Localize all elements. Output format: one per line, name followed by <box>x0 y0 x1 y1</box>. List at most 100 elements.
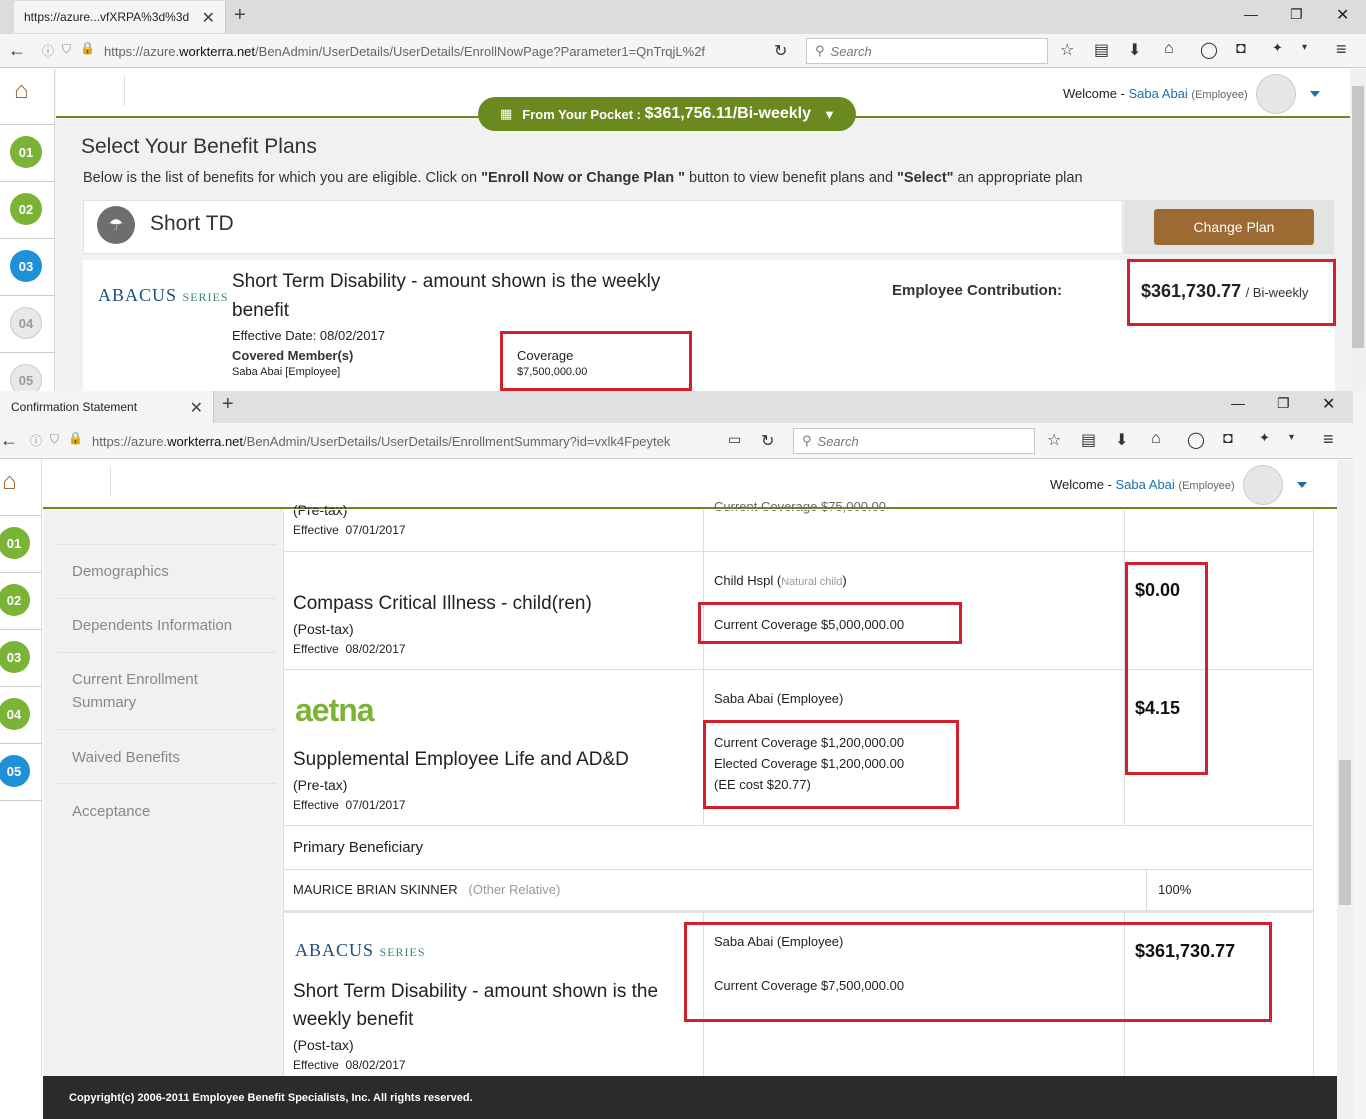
beneficiary-name: MAURICE BRIAN SKINNER (Other Relative) <box>293 882 561 897</box>
url-domain: workterra.net <box>167 433 244 449</box>
step-01[interactable]: 01 <box>0 527 30 559</box>
avatar[interactable] <box>1256 74 1296 114</box>
page1-step-sidebar: ⌂ 01 02 03 04 05 <box>0 69 55 396</box>
download-icon[interactable]: ⬇ <box>1115 430 1128 450</box>
bookmark-star-icon[interactable]: ☆ <box>1060 40 1074 60</box>
restore-icon[interactable]: ❐ <box>1290 6 1303 23</box>
close-tab-icon[interactable]: ✕ <box>190 398 203 418</box>
search-input[interactable]: ⚲ Search <box>806 38 1048 64</box>
minimize-icon[interactable]: — <box>1244 6 1258 22</box>
highlight-box <box>684 922 1272 1022</box>
step-04[interactable]: 04 <box>10 307 42 339</box>
menu-demographics[interactable]: Demographics <box>72 563 169 580</box>
scrollbar-thumb-2[interactable] <box>1339 760 1351 905</box>
search-icon: ⚲ <box>802 433 812 448</box>
close-tab-icon[interactable]: ✕ <box>202 8 215 28</box>
reload-icon[interactable]: ↻ <box>774 41 787 61</box>
page-title: Select Your Benefit Plans <box>81 135 317 158</box>
url-field[interactable]: https://azure. workterra.net/BenAdmin/Use… <box>86 428 706 454</box>
summary-menu <box>43 509 283 1076</box>
info-icon[interactable]: ⓘ <box>42 42 54 59</box>
tab-strip-2: Confirmation Statement ✕ + — ❐ ✕ <box>0 391 1366 423</box>
url-path: /BenAdmin/UserDetails/UserDetails/Enroll… <box>255 43 706 59</box>
menu-acceptance[interactable]: Acceptance <box>72 803 150 820</box>
step-01[interactable]: 01 <box>10 136 42 168</box>
url-field[interactable]: https://azure. workterra.net/BenAdmin/Use… <box>98 38 796 64</box>
menu-icon[interactable]: ≡ <box>1336 39 1347 60</box>
search-placeholder: Search <box>817 433 859 449</box>
nav-bar-2: ← ⓘ ⛉ 🔒 https://azure. workterra.net/BenA… <box>0 423 1366 459</box>
row3-tax: (Post-tax) <box>293 1037 354 1053</box>
home-icon[interactable]: ⌂ <box>14 77 29 105</box>
menu-icon[interactable]: ≡ <box>1323 429 1334 450</box>
step-02[interactable]: 02 <box>0 584 30 616</box>
menu-dependents-information[interactable]: Dependents Information <box>72 617 232 634</box>
close-window-icon[interactable]: ✕ <box>1336 5 1349 25</box>
chat-icon[interactable]: ◯ <box>1187 430 1205 450</box>
section-title: Short TD <box>150 212 234 235</box>
scrollbar-thumb-1[interactable] <box>1352 86 1364 348</box>
avatar[interactable] <box>1243 465 1283 505</box>
highlight-box <box>500 331 692 391</box>
chevron-down-icon: ▼ <box>823 106 836 122</box>
close-window-icon[interactable]: ✕ <box>1322 394 1335 414</box>
menu-current-enrollment-summary[interactable]: Summary <box>72 694 136 711</box>
welcome-text: Welcome - Saba Abai (Employee) <box>1063 86 1248 101</box>
step-05[interactable]: 05 <box>0 755 30 787</box>
step-03[interactable]: 03 <box>10 250 42 282</box>
search-input[interactable]: ⚲ Search <box>793 428 1035 454</box>
reading-list-icon[interactable]: ▤ <box>1094 40 1109 60</box>
minimize-icon[interactable]: — <box>1231 395 1245 411</box>
home-icon[interactable]: ⌂ <box>2 468 17 496</box>
new-tab-icon[interactable]: + <box>222 393 234 416</box>
user-menu-caret-icon[interactable] <box>1297 482 1307 488</box>
pocket-icon[interactable]: ◘ <box>1236 40 1246 58</box>
aetna-logo: aetna <box>295 692 375 728</box>
home-icon[interactable]: ⌂ <box>1164 40 1174 58</box>
pocket-amount: $361,756.11/Bi-weekly <box>644 105 811 122</box>
extension-dropdown-icon[interactable]: ▾ <box>1289 432 1294 443</box>
reader-view-icon[interactable]: ▭ <box>728 431 741 448</box>
bookmark-star-icon[interactable]: ☆ <box>1047 430 1061 450</box>
menu-waived-benefits[interactable]: Waived Benefits <box>72 749 180 766</box>
reload-icon[interactable]: ↻ <box>761 431 774 451</box>
user-menu-caret-icon[interactable] <box>1310 91 1320 97</box>
search-placeholder: Search <box>830 43 872 59</box>
abacus-logo: ABACUS SERIES <box>98 285 229 305</box>
browser-tab-1[interactable]: https://azure...vfXRPA%3d%3d ✕ <box>14 1 226 33</box>
restore-icon[interactable]: ❐ <box>1277 395 1290 412</box>
change-plan-button[interactable]: Change Plan <box>1154 209 1314 245</box>
chat-icon[interactable]: ◯ <box>1200 40 1218 60</box>
step-04[interactable]: 04 <box>0 698 30 730</box>
info-icon[interactable]: ⓘ <box>30 432 42 449</box>
extension-dropdown-icon[interactable]: ▾ <box>1302 42 1307 53</box>
browser-tab-2[interactable]: Confirmation Statement ✕ <box>0 391 214 423</box>
home-icon[interactable]: ⌂ <box>1151 430 1161 448</box>
reading-list-icon[interactable]: ▤ <box>1081 430 1096 450</box>
row1-member: Child Hspl (Natural child) <box>714 573 847 588</box>
url-domain: workterra.net <box>179 43 256 59</box>
search-icon: ⚲ <box>815 43 825 58</box>
pocket-icon[interactable]: ◘ <box>1223 430 1233 448</box>
row0-effective: Effective 07/01/2017 <box>293 523 406 537</box>
user-name-link[interactable]: Saba Abai <box>1116 477 1175 492</box>
menu-current-enrollment[interactable]: Current Enrollment <box>72 671 198 688</box>
back-icon[interactable]: ← <box>0 430 18 451</box>
abacus-logo: ABACUS SERIES <box>295 940 426 960</box>
back-icon[interactable]: ← <box>8 40 26 61</box>
download-icon[interactable]: ⬇ <box>1128 40 1141 60</box>
row2-plan-name: Supplemental Employee Life and AD&D <box>293 749 629 770</box>
pocket-summary-pill[interactable]: ▦ From Your Pocket : $361,756.11/Bi-week… <box>478 97 856 131</box>
highlight-box <box>1125 562 1208 775</box>
short-td-section-header <box>83 200 1123 254</box>
row1-plan-name: Compass Critical Illness - child(ren) <box>293 593 592 614</box>
shield-icon: ⛉ <box>62 42 72 56</box>
extension-icon[interactable]: ✦ <box>1259 430 1270 446</box>
covered-members-label: Covered Member(s) <box>232 348 354 363</box>
page2-step-sidebar: ⌂ 01 02 03 04 05 <box>0 460 42 1076</box>
step-02[interactable]: 02 <box>10 193 42 225</box>
user-name-link[interactable]: Saba Abai <box>1129 86 1188 101</box>
step-03[interactable]: 03 <box>0 641 30 673</box>
new-tab-icon[interactable]: + <box>234 4 246 27</box>
extension-icon[interactable]: ✦ <box>1272 40 1283 56</box>
